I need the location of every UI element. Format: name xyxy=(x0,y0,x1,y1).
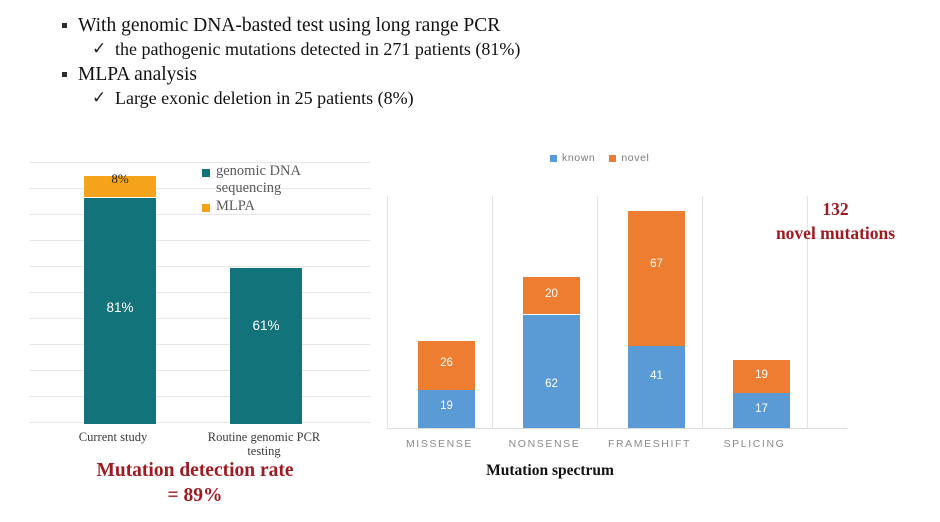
slide: With genomic DNA-basted test using long … xyxy=(0,0,940,522)
legend-label: known xyxy=(562,152,596,164)
bar-label-known: 17 xyxy=(755,403,768,415)
bullet-text: MLPA analysis xyxy=(78,63,198,85)
bar-label-mlpa: 8% xyxy=(111,171,129,186)
legend-item-novel[interactable]: novel xyxy=(609,152,649,164)
legend-label: genomic DNA sequencing xyxy=(216,163,301,197)
bar-label-known: 41 xyxy=(650,370,663,382)
x-axis-label-splicing: SPLICING xyxy=(723,438,786,450)
annotation-count: 132 xyxy=(822,199,849,219)
left-chart-legend: genomic DNA sequencing MLPA xyxy=(202,163,352,216)
x-axis-label-missense: MISSENSE xyxy=(405,438,474,450)
check-bullet-icon: ✓ xyxy=(92,87,107,107)
novel-mutations-annotation: 132 novel mutations xyxy=(738,198,933,245)
mutation-detection-rate-caption: Mutation detection rate = 89% xyxy=(40,458,350,509)
x-axis-label-current-study: Current study xyxy=(78,430,148,444)
category-divider xyxy=(597,196,598,429)
bar-current-study[interactable]: 81% 8% xyxy=(84,171,156,424)
bar-label-routine: 61% xyxy=(252,318,280,333)
legend-swatch-teal xyxy=(202,169,210,177)
bar-routine-pcr[interactable]: 61% xyxy=(230,268,302,424)
bullet-text: With genomic DNA-basted test using long … xyxy=(78,15,501,36)
right-chart-legend: known novel xyxy=(550,152,649,164)
category-divider xyxy=(702,196,703,429)
bar-segment-novel xyxy=(628,211,685,346)
check-bullet-icon: ✓ xyxy=(92,38,107,58)
list-item: ✓ the pathogenic mutations detected in 2… xyxy=(92,39,762,61)
caption-line-2: = 89% xyxy=(167,485,223,507)
list-item: MLPA analysis xyxy=(62,63,762,87)
category-divider xyxy=(387,196,388,429)
annotation-text: novel mutations xyxy=(775,222,896,243)
gridline xyxy=(30,396,370,397)
bar-missense[interactable]: 26 19 xyxy=(418,341,475,428)
caption-line-1: Mutation detection rate xyxy=(96,460,294,481)
legend-swatch-orange xyxy=(609,154,617,162)
legend-swatch-blue xyxy=(550,154,557,162)
x-axis-line xyxy=(387,428,847,429)
square-bullet-icon xyxy=(62,71,67,77)
bar-label-gdna: 81% xyxy=(106,300,134,315)
square-bullet-icon xyxy=(62,23,67,28)
x-axis-title: Mutation spectrum xyxy=(486,462,614,479)
bar-segment-known xyxy=(628,346,685,428)
x-axis-label-routine-pcr: Routine genomic PCR testing xyxy=(207,430,321,459)
bar-label-novel: 26 xyxy=(440,357,453,369)
gridline xyxy=(30,370,370,371)
bar-label-novel: 20 xyxy=(545,288,558,300)
bar-label-known: 19 xyxy=(440,400,453,412)
bar-label-known: 62 xyxy=(545,378,558,390)
gridline xyxy=(30,422,370,423)
gridline xyxy=(30,240,370,241)
bar-label-novel: 67 xyxy=(650,258,663,270)
gridline xyxy=(30,266,370,267)
bar-label-novel: 19 xyxy=(755,369,768,381)
legend-swatch-orange xyxy=(202,204,210,213)
list-item: With genomic DNA-basted test using long … xyxy=(62,14,762,38)
legend-label: MLPA xyxy=(216,198,255,215)
category-divider xyxy=(492,196,493,429)
bar-frameshift[interactable]: 67 41 xyxy=(628,211,685,428)
legend-label: novel xyxy=(621,152,650,164)
mutation-detection-rate-chart: 81% 8% 61% genomic DNA sequencing MLPA C… xyxy=(22,158,370,458)
bullet-list: With genomic DNA-basted test using long … xyxy=(62,14,762,111)
bar-segment-known xyxy=(523,315,580,428)
gridline xyxy=(30,292,370,293)
list-item: ✓ Large exonic deletion in 25 patients (… xyxy=(92,88,762,110)
gridline xyxy=(30,318,370,319)
legend-item-gdna[interactable]: genomic DNA sequencing xyxy=(202,163,352,197)
gridline xyxy=(30,344,370,345)
bullet-text: Large exonic deletion in 25 patients (8%… xyxy=(115,87,414,108)
legend-item-known[interactable]: known xyxy=(550,152,595,164)
x-axis-label-nonsense: NONSENSE xyxy=(508,438,581,450)
bar-splicing[interactable]: 19 17 xyxy=(733,360,790,428)
bar-nonsense[interactable]: 20 62 xyxy=(523,277,580,428)
x-axis-label-frameshift: FRAMESHIFT xyxy=(607,438,692,450)
legend-item-mlpa[interactable]: MLPA xyxy=(202,198,352,215)
bullet-text: the pathogenic mutations detected in 271… xyxy=(115,38,521,59)
